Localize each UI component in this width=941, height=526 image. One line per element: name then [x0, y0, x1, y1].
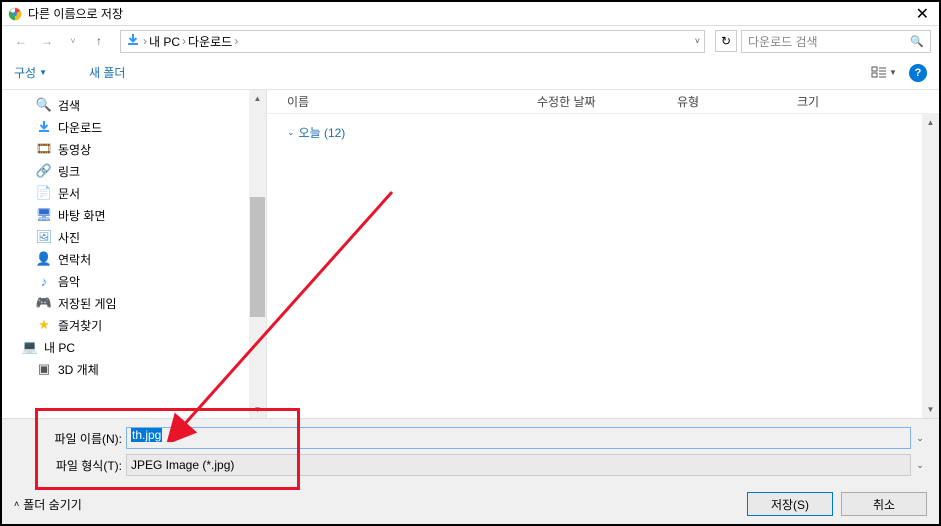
filename-value: th.jpg [131, 428, 162, 442]
main-area: 🔍검색 다운로드 🎞동영상 🔗링크 📄문서 🖥바탕 화면 🖼사진 👤연락처 ♪음… [2, 90, 939, 418]
threed-icon: ▣ [36, 361, 52, 377]
view-options-button[interactable]: ▼ [865, 63, 903, 83]
video-icon: 🎞 [36, 141, 52, 157]
filetype-select[interactable]: JPEG Image (*.jpg) [126, 454, 911, 476]
title-bar: 다른 이름으로 저장 ✕ [2, 2, 939, 26]
sidebar-item-search[interactable]: 🔍검색 [36, 94, 266, 116]
chevron-down-icon[interactable]: ˅ [695, 36, 700, 46]
link-icon: 🔗 [36, 163, 52, 179]
scroll-down-icon[interactable]: ▼ [922, 401, 939, 418]
sidebar-item-documents[interactable]: 📄문서 [36, 182, 266, 204]
footer: ˄ 폴더 숨기기 저장(S) 취소 [2, 484, 939, 524]
filename-dropdown-icon[interactable]: ⌄ [911, 433, 929, 444]
sidebar-item-thispc[interactable]: 💻내 PC [22, 336, 266, 358]
savedgames-icon: 🎮 [36, 295, 52, 311]
sidebar-item-contacts[interactable]: 👤연락처 [36, 248, 266, 270]
search-icon: 🔍 [36, 97, 52, 113]
up-icon[interactable]: ↑ [88, 30, 110, 52]
download-icon [36, 119, 52, 135]
sidebar-item-pictures[interactable]: 🖼사진 [36, 226, 266, 248]
pc-icon: 💻 [22, 339, 38, 355]
filetype-dropdown-icon[interactable]: ⌄ [911, 460, 929, 471]
column-headers: 이름 수정한 날짜 유형 크기 [267, 90, 939, 114]
scroll-up-icon[interactable]: ▲ [249, 90, 266, 107]
sidebar-item-links[interactable]: 🔗링크 [36, 160, 266, 182]
new-folder-button[interactable]: 새 폴더 [89, 64, 125, 81]
sidebar-item-music[interactable]: ♪음악 [36, 270, 266, 292]
back-icon[interactable]: ← [10, 30, 32, 52]
chevron-right-icon: › [234, 34, 238, 48]
tree-scrollbar[interactable]: ▲ ▼ [249, 90, 266, 418]
save-button[interactable]: 저장(S) [747, 492, 833, 516]
sidebar-item-3dobjects[interactable]: ▣3D 개체 [36, 358, 266, 380]
sidebar-item-videos[interactable]: 🎞동영상 [36, 138, 266, 160]
group-today[interactable]: ⌄ 오늘 (12) [267, 114, 939, 151]
close-icon[interactable]: ✕ [912, 4, 933, 24]
desktop-icon: 🖥 [36, 207, 52, 223]
breadcrumb-downloads[interactable]: 다운로드 [188, 33, 232, 50]
search-placeholder: 다운로드 검색 [748, 33, 818, 50]
file-list-area: 이름 수정한 날짜 유형 크기 ⌄ 오늘 (12) ▲ ▼ [267, 90, 939, 418]
col-type[interactable]: 유형 [677, 93, 797, 110]
sidebar-item-downloads[interactable]: 다운로드 [36, 116, 266, 138]
hide-folders-button[interactable]: ˄ 폴더 숨기기 [14, 496, 82, 513]
contacts-icon: 👤 [36, 251, 52, 267]
scroll-thumb[interactable] [250, 197, 265, 317]
chevron-right-icon: › [182, 34, 186, 48]
save-fields: 파일 이름(N): th.jpg ⌄ 파일 형식(T): JPEG Image … [2, 418, 939, 484]
folder-tree: 🔍검색 다운로드 🎞동영상 🔗링크 📄문서 🖥바탕 화면 🖼사진 👤연락처 ♪음… [2, 90, 267, 418]
filename-input[interactable]: th.jpg [126, 427, 911, 449]
breadcrumb[interactable]: › 내 PC › 다운로드 › ˅ [120, 30, 705, 53]
col-date[interactable]: 수정한 날짜 [537, 93, 677, 110]
search-input[interactable]: 다운로드 검색 🔍 [741, 30, 931, 53]
filename-label: 파일 이름(N): [42, 430, 122, 447]
document-icon: 📄 [36, 185, 52, 201]
scroll-up-icon[interactable]: ▲ [922, 114, 939, 131]
filetype-label: 파일 형식(T): [42, 457, 122, 474]
favorites-icon: ★ [36, 317, 52, 333]
app-icon [8, 7, 22, 21]
recent-dropdown-icon[interactable]: ˅ [62, 30, 84, 52]
chevron-right-icon: › [143, 34, 147, 48]
sidebar-item-favorites[interactable]: ★즐겨찾기 [36, 314, 266, 336]
content-scrollbar[interactable]: ▲ ▼ [922, 114, 939, 418]
help-button[interactable]: ? [909, 64, 927, 82]
sidebar-item-savedgames[interactable]: 🎮저장된 게임 [36, 292, 266, 314]
forward-icon[interactable]: → [36, 30, 58, 52]
refresh-button[interactable]: ↻ [715, 30, 737, 52]
filetype-value: JPEG Image (*.jpg) [131, 458, 234, 472]
organize-button[interactable]: 구성 ▼ [14, 64, 47, 81]
music-icon: ♪ [36, 273, 52, 289]
sidebar-item-desktop[interactable]: 🖥바탕 화면 [36, 204, 266, 226]
col-size[interactable]: 크기 [797, 93, 857, 110]
search-icon: 🔍 [910, 35, 924, 48]
window-title: 다른 이름으로 저장 [28, 5, 123, 22]
col-name[interactable]: 이름 [287, 93, 537, 110]
chevron-down-icon: ⌄ [287, 127, 295, 138]
scroll-down-icon[interactable]: ▼ [249, 401, 266, 418]
cancel-button[interactable]: 취소 [841, 492, 927, 516]
downloads-folder-icon [125, 32, 141, 51]
nav-row: ← → ˅ ↑ › 내 PC › 다운로드 › ˅ ↻ 다운로드 검색 🔍 [2, 26, 939, 56]
chevron-down-icon: ▼ [39, 68, 47, 77]
chevron-up-icon: ˄ [14, 499, 19, 509]
toolbar: 구성 ▼ 새 폴더 ▼ ? [2, 56, 939, 90]
picture-icon: 🖼 [36, 229, 52, 245]
breadcrumb-pc[interactable]: 내 PC [149, 33, 180, 50]
